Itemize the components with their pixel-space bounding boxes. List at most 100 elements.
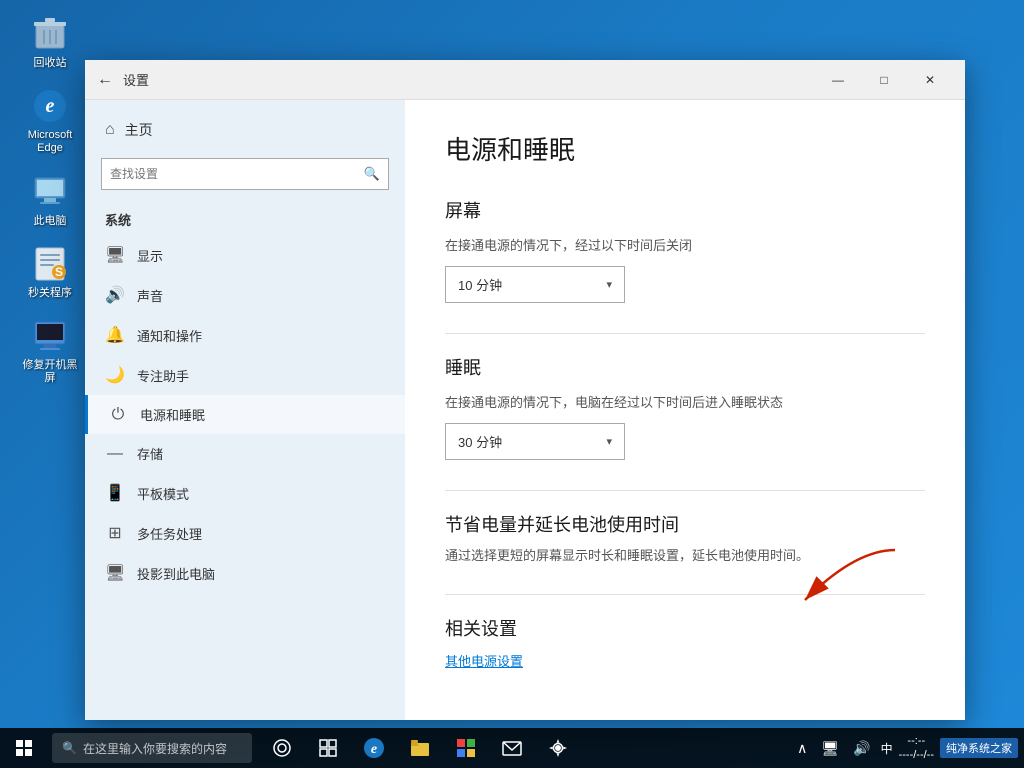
taskbar-task-view[interactable] — [306, 728, 350, 768]
search-icon: 🔍 — [364, 166, 380, 182]
power-label: 电源和睡眠 — [140, 405, 205, 424]
tablet-label: 平板模式 — [137, 484, 189, 503]
recycle-bin-image — [30, 14, 70, 54]
tray-lang: 中 — [881, 740, 893, 757]
sidebar: ⌂ 主页 🔍 系统 🖥 显示 🔊 声音 🔔 — [85, 100, 405, 720]
back-button[interactable]: ← — [97, 71, 113, 89]
notifications-label: 通知和操作 — [137, 326, 202, 345]
repair-image — [30, 316, 70, 356]
search-input[interactable] — [110, 167, 364, 181]
taskbar-right: ∧ 🖥 🔊 中 --:-- ----/--/-- 纯净系统之家 — [793, 734, 1024, 763]
taskbar-search[interactable]: 🔍 在这里输入你要搜索的内容 — [52, 733, 252, 763]
maximize-button[interactable]: □ — [861, 60, 907, 100]
watermark-label: 纯净系统之家 — [940, 738, 1018, 758]
taskbar-explorer[interactable] — [398, 728, 442, 768]
desktop: 回收站 e Microsoft Edge 此电脑 — [0, 0, 1024, 768]
multitask-label: 多任务处理 — [137, 524, 202, 543]
sleep-time-dropdown[interactable]: 30 分钟 ▾ — [445, 423, 625, 460]
tray-volume-icon[interactable]: 🔊 — [849, 736, 874, 761]
window-body: ⌂ 主页 🔍 系统 🖥 显示 🔊 声音 🔔 — [85, 100, 965, 720]
screen-time-value: 10 分钟 — [458, 275, 502, 294]
tray-network-icon[interactable]: 🖥 — [817, 736, 843, 761]
project-label: 投影到此电脑 — [137, 564, 215, 583]
sound-label: 声音 — [137, 286, 163, 305]
window-title: 设置 — [123, 70, 815, 89]
close-button[interactable]: ✕ — [907, 60, 953, 100]
power-icon: ⏻ — [108, 406, 128, 424]
quick-program-label: 秒关程序 — [28, 287, 72, 300]
taskbar-settings[interactable] — [536, 728, 580, 768]
storage-icon: — — [105, 445, 125, 463]
page-title: 电源和睡眠 — [445, 130, 925, 167]
settings-window: ← 设置 — □ ✕ ⌂ 主页 🔍 系统 — [85, 60, 965, 720]
recycle-bin-label: 回收站 — [34, 57, 67, 70]
window-controls: — □ ✕ — [815, 60, 953, 100]
quick-program-icon[interactable]: S 秒关程序 — [15, 240, 85, 304]
sidebar-item-tablet-mode[interactable]: 📱 平板模式 — [85, 473, 405, 513]
sidebar-search[interactable]: 🔍 — [101, 158, 389, 190]
section-divider-3 — [445, 594, 925, 595]
battery-title: 节省电量并延长电池使用时间 — [445, 511, 925, 537]
tablet-icon: 📱 — [105, 483, 125, 503]
battery-desc: 通过选择更短的屏幕显示时长和睡眠设置，延长电池使用时间。 — [445, 545, 925, 564]
tray-caret-icon[interactable]: ∧ — [793, 736, 811, 761]
taskbar: 🔍 在这里输入你要搜索的内容 — [0, 728, 1024, 768]
home-nav-item[interactable]: ⌂ 主页 — [85, 110, 405, 150]
taskbar-edge[interactable]: e — [352, 728, 396, 768]
sidebar-item-multitasking[interactable]: ⊞ 多任务处理 — [85, 513, 405, 553]
svg-text:e: e — [46, 95, 55, 117]
sidebar-item-storage[interactable]: — 存储 — [85, 434, 405, 473]
sidebar-item-notifications[interactable]: 🔔 通知和操作 — [85, 315, 405, 355]
taskbar-cortana[interactable] — [260, 728, 304, 768]
other-power-settings-link[interactable]: 其他电源设置 — [445, 651, 523, 670]
focus-icon: 🌙 — [105, 365, 125, 385]
sidebar-item-sound[interactable]: 🔊 声音 — [85, 275, 405, 315]
recycle-bin-icon[interactable]: 回收站 — [15, 10, 85, 74]
this-pc-label: 此电脑 — [34, 215, 67, 228]
start-button[interactable] — [0, 728, 48, 768]
repair-icon[interactable]: 修复开机黑屏 — [15, 312, 85, 389]
display-icon: 🖥 — [105, 245, 125, 265]
clock[interactable]: --:-- ----/--/-- — [899, 734, 934, 763]
multitask-icon: ⊞ — [105, 523, 125, 543]
notifications-icon: 🔔 — [105, 325, 125, 345]
sleep-section-desc: 在接通电源的情况下，电脑在经过以下时间后进入睡眠状态 — [445, 392, 925, 411]
battery-section: 节省电量并延长电池使用时间 通过选择更短的屏幕显示时长和睡眠设置，延长电池使用时… — [445, 511, 925, 564]
svg-text:S: S — [55, 265, 63, 279]
this-pc-icon[interactable]: 此电脑 — [15, 168, 85, 232]
screen-time-dropdown[interactable]: 10 分钟 ▾ — [445, 266, 625, 303]
clock-date: ----/--/-- — [899, 748, 934, 762]
related-settings-title: 相关设置 — [445, 615, 925, 641]
sidebar-item-display[interactable]: 🖥 显示 — [85, 235, 405, 275]
taskbar-apps: e — [260, 728, 580, 768]
sidebar-item-power-sleep[interactable]: ⏻ 电源和睡眠 — [85, 395, 405, 434]
taskbar-mail[interactable] — [490, 728, 534, 768]
taskbar-start-menu[interactable] — [444, 728, 488, 768]
dropdown-arrow-sleep: ▾ — [606, 435, 612, 448]
dropdown-arrow-screen: ▾ — [606, 278, 612, 291]
screen-section-title: 屏幕 — [445, 197, 925, 223]
sleep-time-value: 30 分钟 — [458, 432, 502, 451]
display-label: 显示 — [137, 246, 163, 265]
sidebar-item-focus-assist[interactable]: 🌙 专注助手 — [85, 355, 405, 395]
sound-icon: 🔊 — [105, 285, 125, 305]
section-divider-1 — [445, 333, 925, 334]
quick-program-image: S — [30, 244, 70, 284]
focus-label: 专注助手 — [137, 366, 189, 385]
minimize-button[interactable]: — — [815, 60, 861, 100]
sidebar-item-project[interactable]: 🖥 投影到此电脑 — [85, 553, 405, 593]
project-icon: 🖥 — [105, 563, 125, 583]
home-label: 主页 — [125, 120, 153, 140]
this-pc-image — [30, 172, 70, 212]
sleep-section-title: 睡眠 — [445, 354, 925, 380]
svg-text:e: e — [371, 742, 377, 757]
section-divider-2 — [445, 490, 925, 491]
edge-icon[interactable]: e Microsoft Edge — [15, 82, 85, 159]
title-bar: ← 设置 — □ ✕ — [85, 60, 965, 100]
screen-section-desc: 在接通电源的情况下，经过以下时间后关闭 — [445, 235, 925, 254]
main-content: 电源和睡眠 屏幕 在接通电源的情况下，经过以下时间后关闭 10 分钟 ▾ 睡眠 … — [405, 100, 965, 720]
storage-label: 存储 — [137, 444, 163, 463]
repair-label: 修复开机黑屏 — [19, 359, 81, 385]
sidebar-section-header: 系统 — [85, 198, 405, 235]
taskbar-search-text: 在这里输入你要搜索的内容 — [83, 740, 227, 757]
